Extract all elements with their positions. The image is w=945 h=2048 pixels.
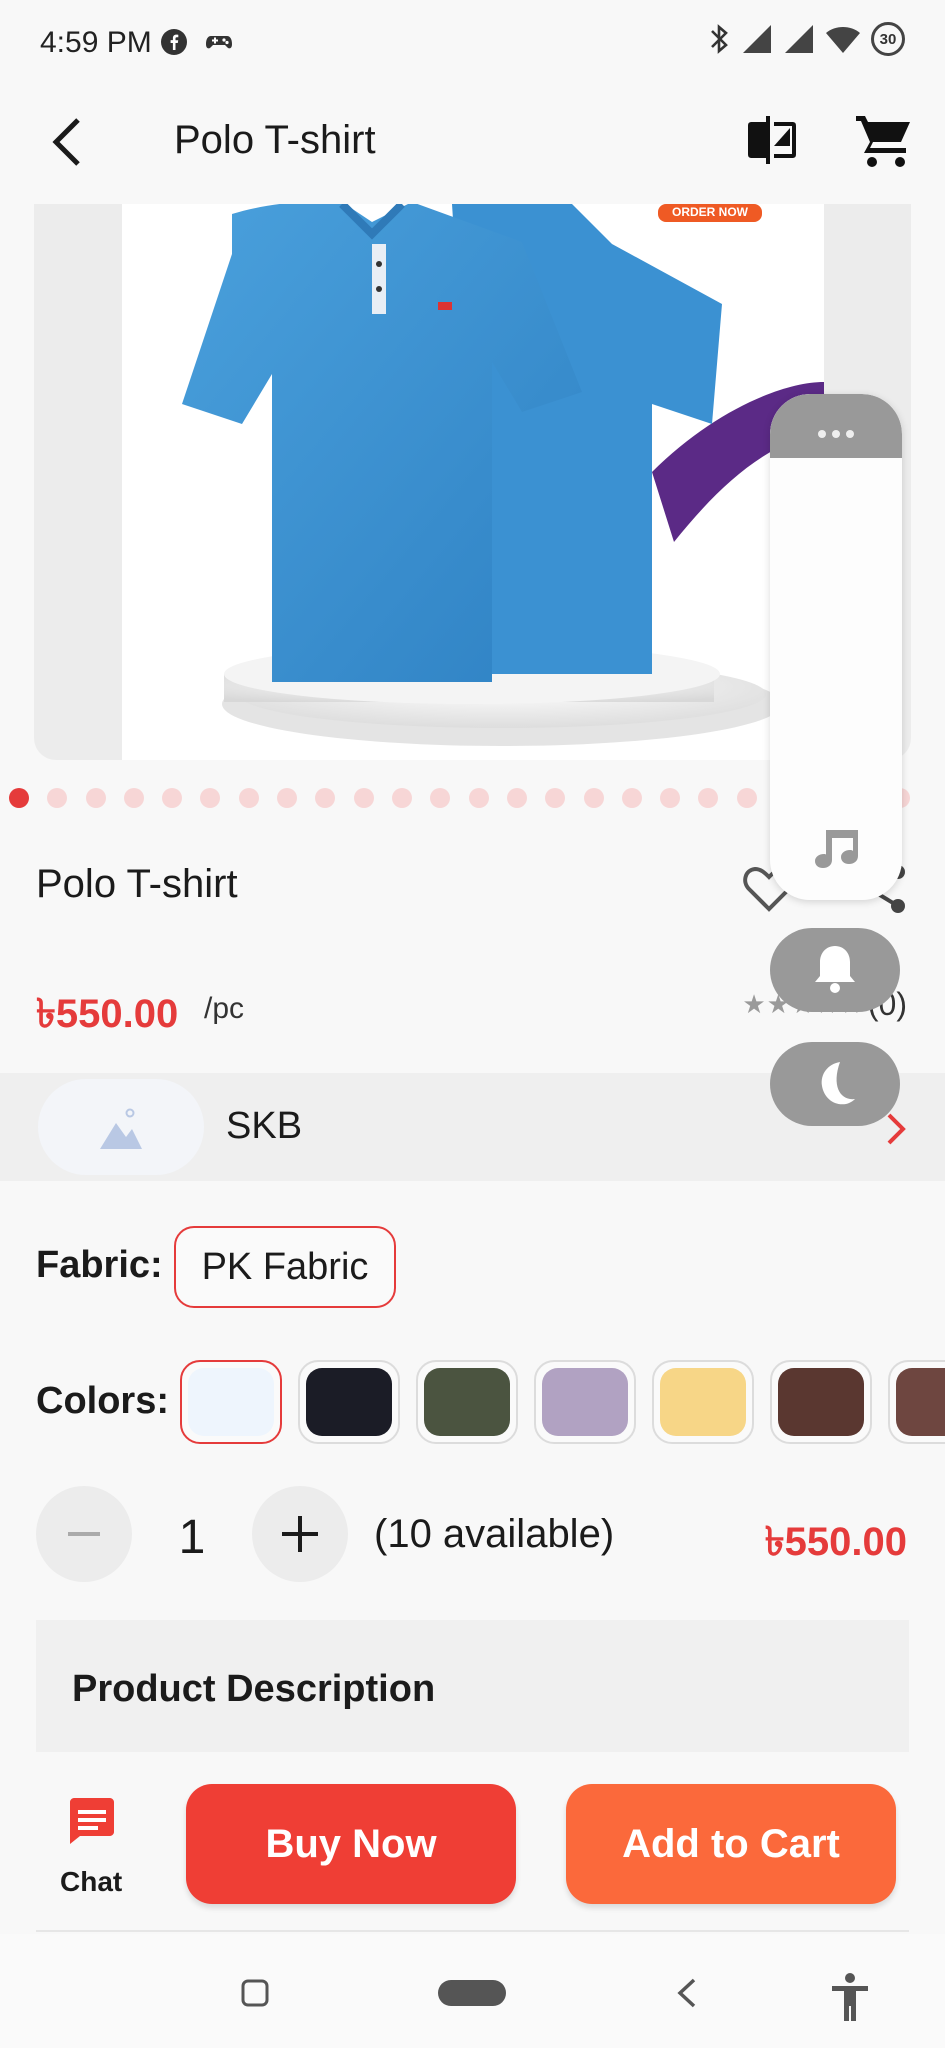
chat-label: Chat: [60, 1866, 123, 1897]
color-swatch-fill: [896, 1368, 945, 1436]
seller-name: SKB: [226, 1105, 303, 1147]
add-to-cart-button[interactable]: Add to Cart: [566, 1784, 896, 1904]
price-unit: /pc: [204, 992, 245, 1025]
cart-button[interactable]: [852, 110, 916, 170]
color-swatch[interactable]: [416, 1360, 518, 1444]
carousel-dot[interactable]: [660, 788, 680, 808]
color-swatch[interactable]: [652, 1360, 754, 1444]
carousel-dot[interactable]: [354, 788, 374, 808]
battery-icon: 30: [871, 22, 905, 56]
product-price: ৳550.00: [36, 992, 179, 1036]
carousel-dot[interactable]: [698, 788, 718, 808]
color-swatch[interactable]: [298, 1360, 400, 1444]
carousel-dot[interactable]: [545, 788, 565, 808]
status-right-icons: 30: [707, 22, 905, 56]
page-title: Polo T-shirt: [174, 118, 376, 162]
color-swatch-fill: [542, 1368, 628, 1436]
color-swatch-fill: [188, 1368, 274, 1436]
recents-icon[interactable]: [240, 1978, 270, 2008]
product-name: Polo T-shirt: [36, 862, 238, 906]
bell-icon: [815, 946, 855, 993]
accessibility-icon[interactable]: [828, 1972, 872, 2022]
fabric-label: Fabric:: [36, 1244, 163, 1286]
nav-back-icon[interactable]: [672, 1976, 702, 2010]
plus-icon: [282, 1516, 318, 1552]
minus-icon: [68, 1532, 100, 1536]
gamepad-icon: [206, 36, 232, 49]
color-swatch-fill: [660, 1368, 746, 1436]
wifi-icon: [826, 27, 860, 53]
signal-icon: [785, 25, 813, 53]
carousel-dot[interactable]: [737, 788, 757, 808]
product-description-section[interactable]: Product Description: [36, 1620, 909, 1752]
cart-icon: [856, 116, 910, 167]
carousel-dot[interactable]: [200, 788, 220, 808]
bluetooth-icon: [711, 24, 728, 54]
color-swatch-fill: [778, 1368, 864, 1436]
color-swatch[interactable]: [770, 1360, 872, 1444]
image-placeholder-icon: [100, 1108, 142, 1149]
carousel-dot[interactable]: [86, 788, 106, 808]
music-button[interactable]: [806, 818, 866, 878]
facebook-icon: [161, 29, 187, 55]
compare-button[interactable]: [742, 110, 802, 170]
carousel-dot[interactable]: [622, 788, 642, 808]
back-button[interactable]: [40, 112, 100, 172]
carousel-dot[interactable]: [315, 788, 335, 808]
status-time: 4:59 PM: [40, 26, 152, 59]
chat-button[interactable]: Chat: [46, 1796, 136, 1900]
compare-icon: [748, 116, 796, 164]
signal-icon: [743, 25, 771, 53]
bottom-action-bar: Chat Buy Now Add to Cart: [0, 1752, 945, 1932]
divider: [36, 1930, 909, 1932]
chat-icon: [70, 1798, 114, 1844]
status-bar: 4:59 PM 30: [0, 0, 945, 84]
quantity-value: 1: [178, 1511, 206, 1564]
carousel-dot[interactable]: [277, 788, 297, 808]
dark-mode-toggle[interactable]: [770, 1042, 900, 1126]
product-description-title: Product Description: [72, 1668, 436, 1710]
carousel-dot[interactable]: [47, 788, 67, 808]
carousel-dot[interactable]: [124, 788, 144, 808]
battery-level: 30: [879, 30, 897, 48]
increase-quantity-button[interactable]: [252, 1486, 348, 1582]
music-note-icon: [815, 830, 858, 868]
app-bar: Polo T-shirt: [0, 84, 945, 204]
carousel-dot[interactable]: [469, 788, 489, 808]
buy-now-button[interactable]: Buy Now: [186, 1784, 516, 1904]
floating-panel: [770, 394, 902, 900]
color-swatch[interactable]: [180, 1360, 282, 1444]
seller-logo: [38, 1079, 204, 1175]
moon-icon: [821, 1062, 855, 1105]
color-swatch-fill: [306, 1368, 392, 1436]
order-now-banner: ORDER NOW: [672, 205, 749, 219]
fabric-option[interactable]: PK Fabric: [174, 1226, 396, 1308]
carousel-dot[interactable]: [239, 788, 259, 808]
system-nav-bar: [0, 1934, 945, 2048]
carousel-dot[interactable]: [507, 788, 527, 808]
carousel-dot[interactable]: [9, 788, 29, 808]
more-dots-icon: [818, 430, 854, 438]
color-swatch[interactable]: [534, 1360, 636, 1444]
color-swatch-fill: [424, 1368, 510, 1436]
carousel-dot[interactable]: [392, 788, 412, 808]
back-arrow-icon: [52, 118, 80, 166]
carousel-dot[interactable]: [584, 788, 604, 808]
total-price: ৳550.00: [764, 1520, 907, 1564]
color-swatch[interactable]: [888, 1360, 945, 1444]
carousel-dot[interactable]: [430, 788, 450, 808]
available-stock: (10 available): [374, 1512, 615, 1556]
home-pill-button[interactable]: [438, 1980, 506, 2006]
carousel-dot[interactable]: [162, 788, 182, 808]
notifications-toggle[interactable]: [770, 928, 900, 1012]
floating-panel-handle[interactable]: [770, 394, 902, 458]
status-left-icons: [160, 28, 234, 56]
product-image: ORDER NOW: [122, 204, 824, 760]
colors-label: Colors:: [36, 1380, 169, 1422]
decrease-quantity-button[interactable]: [36, 1486, 132, 1582]
